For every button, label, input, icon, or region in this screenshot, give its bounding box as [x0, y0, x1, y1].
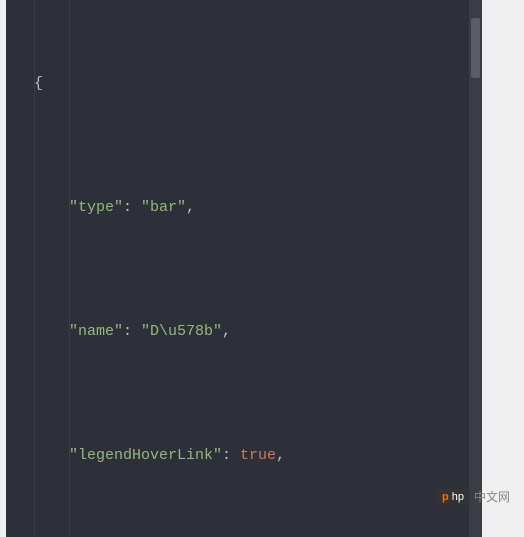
code-content: { "type": "bar", "name": "D\u578b", "leg…: [34, 6, 482, 537]
code-line: "name": "D\u578b",: [34, 316, 482, 347]
scrollbar-thumb[interactable]: [471, 18, 480, 78]
code-line: "legendHoverLink": true,: [34, 440, 482, 471]
code-editor[interactable]: { "type": "bar", "name": "D\u578b", "leg…: [6, 0, 482, 537]
vertical-scrollbar[interactable]: [469, 0, 482, 537]
code-line: "type": "bar",: [34, 192, 482, 223]
code-line: {: [34, 68, 482, 99]
brace-open: {: [34, 75, 43, 92]
